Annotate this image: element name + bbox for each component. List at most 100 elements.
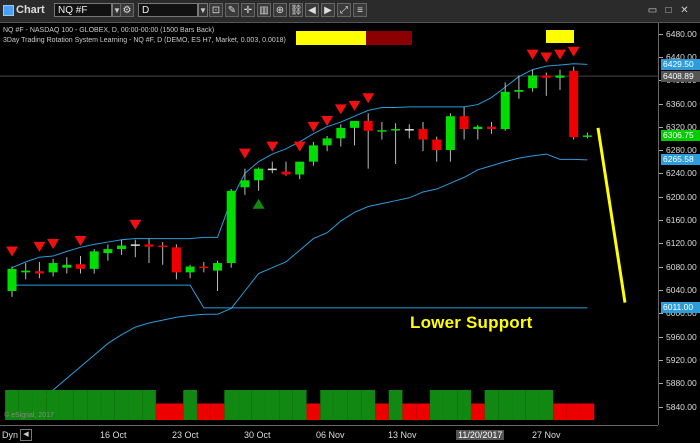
indicator-bar [169, 403, 184, 420]
support-price-tag: 6011.00 [661, 302, 700, 314]
indicator-bar [320, 390, 334, 420]
chart-app-icon [3, 5, 14, 16]
trend-projection-line [596, 127, 627, 303]
candle-body [144, 244, 154, 247]
price-tick-label: 6480.00 [659, 28, 697, 39]
indicator-bar [402, 403, 417, 420]
price-axis[interactable]: 6480.006440.006400.006360.006320.006280.… [658, 23, 700, 425]
candle-body [48, 263, 58, 273]
x-label-13-nov: 13 Nov [388, 430, 417, 440]
chart-plot-area[interactable]: NQ #F - NASDAQ 100 - GLOBEX, D, 00:00-00… [0, 23, 658, 425]
indicator-bar [265, 390, 280, 420]
sell-signal-arrow [362, 93, 375, 104]
maximize-icon[interactable]: □ [662, 4, 675, 17]
sell-signal-arrow [47, 238, 60, 249]
candle-body [377, 130, 387, 132]
candle-body [391, 129, 401, 131]
candle-body [267, 168, 277, 171]
bar-style-icon[interactable]: ▥ [257, 3, 271, 17]
interval-input[interactable]: D [138, 3, 198, 17]
candle-body [473, 126, 483, 130]
magnify-icon[interactable]: ⊕ [273, 3, 287, 17]
scroll-left-button[interactable]: ◀ [20, 429, 32, 441]
interval-dropdown-arrow[interactable]: ▼ [198, 3, 208, 17]
x-label-30-oct: 30 Oct [244, 430, 271, 440]
candle-body [254, 168, 264, 181]
indicator-bar [553, 403, 567, 420]
sell-signal-arrow [238, 148, 251, 159]
symbol-input[interactable]: NQ #F [54, 3, 112, 17]
indicator-bar [457, 390, 471, 420]
indicator-bar [525, 390, 540, 420]
title-bar: Chart NQ #F ▼ ⚙ D ▼ ⊡ ✎ ✛ ▥ ⊕ ⛓ ◀ ▶ ⤢ ≡ … [0, 0, 700, 23]
candle-body [322, 138, 332, 146]
indicator-bar [566, 403, 581, 420]
upper-band-price-tag: 6429.50 [661, 58, 700, 70]
menu-icon[interactable]: ≡ [353, 3, 367, 17]
expand-icon[interactable]: ⤢ [337, 3, 351, 17]
sell-signal-arrow [567, 46, 580, 57]
yellow-signal-marker [546, 30, 574, 43]
minimize-icon[interactable]: ▭ [646, 4, 659, 17]
candle-body [171, 247, 181, 273]
candle-body [117, 245, 127, 250]
sell-signal-arrow [33, 241, 46, 252]
price-tick-label: 6200.00 [659, 191, 697, 202]
draw-line-icon[interactable]: ✎ [225, 3, 239, 17]
chart-symbol-info: NQ #F - NASDAQ 100 - GLOBEX, D, 00:00-00… [3, 27, 215, 34]
rotation-strip-yellow [296, 31, 366, 45]
link-icon[interactable]: ⛓ [289, 3, 303, 17]
candle-body [582, 135, 592, 137]
indicator-bar [470, 403, 485, 420]
candle-body [363, 120, 373, 131]
indicator-bar [251, 390, 266, 420]
indicator-bar [279, 390, 293, 420]
lower-band-line [11, 153, 588, 420]
candle-body [226, 190, 236, 264]
scroll-back-icon[interactable]: ◀ [305, 3, 319, 17]
crosshair-icon[interactable]: ✛ [241, 3, 255, 17]
candle-body [281, 171, 291, 175]
candle-body [555, 75, 565, 78]
scroll-forward-icon[interactable]: ▶ [321, 3, 335, 17]
indicator-bar [128, 390, 143, 420]
sell-signal-arrow [266, 141, 279, 152]
indicator-bar [347, 390, 362, 420]
sell-signal-arrow [129, 219, 142, 230]
indicator-bar [375, 403, 389, 420]
sell-signal-arrow [293, 141, 306, 152]
sell-signal-arrow [74, 236, 87, 247]
buy-signal-arrow [252, 198, 265, 209]
lower-support-annotation: Lower Support [410, 313, 533, 332]
indicator-bar [155, 403, 170, 420]
candle-body [89, 251, 99, 269]
indicator-bar [512, 390, 526, 420]
dynamic-scale-label[interactable]: Dyn [2, 430, 18, 440]
sell-signal-arrow [307, 121, 320, 132]
indicator-bar [306, 403, 321, 420]
indicator-bar [388, 390, 403, 420]
price-tick-label: 6120.00 [659, 238, 697, 249]
candle-body [213, 263, 222, 271]
candle-body [445, 116, 455, 151]
x-label-16-oct: 16 Oct [100, 430, 127, 440]
candle-body [130, 244, 140, 246]
sell-signal-arrow [6, 246, 18, 257]
indicator-bar [443, 390, 458, 420]
candle-body [185, 266, 195, 273]
price-tick-label: 5840.00 [659, 401, 697, 412]
candle-body [308, 145, 318, 162]
settings-gear-icon[interactable]: ⚙ [120, 3, 134, 17]
chart-system-info: 3Day Trading Rotation System Learning - … [3, 37, 286, 44]
candle-body [514, 90, 524, 92]
zoom-fit-icon[interactable]: ⊡ [209, 3, 223, 17]
candle-body [418, 129, 428, 140]
time-axis[interactable]: Dyn ◀ 16 Oct 23 Oct 30 Oct 06 Nov 13 Nov… [0, 425, 658, 443]
close-icon[interactable]: ✕ [678, 4, 691, 17]
price-tick-label: 6360.00 [659, 98, 697, 109]
candle-body [541, 75, 551, 78]
price-tick-label: 6160.00 [659, 215, 697, 226]
indicator-bar [114, 390, 129, 420]
price-tick-label: 5960.00 [659, 331, 697, 342]
candle-body [569, 70, 579, 138]
